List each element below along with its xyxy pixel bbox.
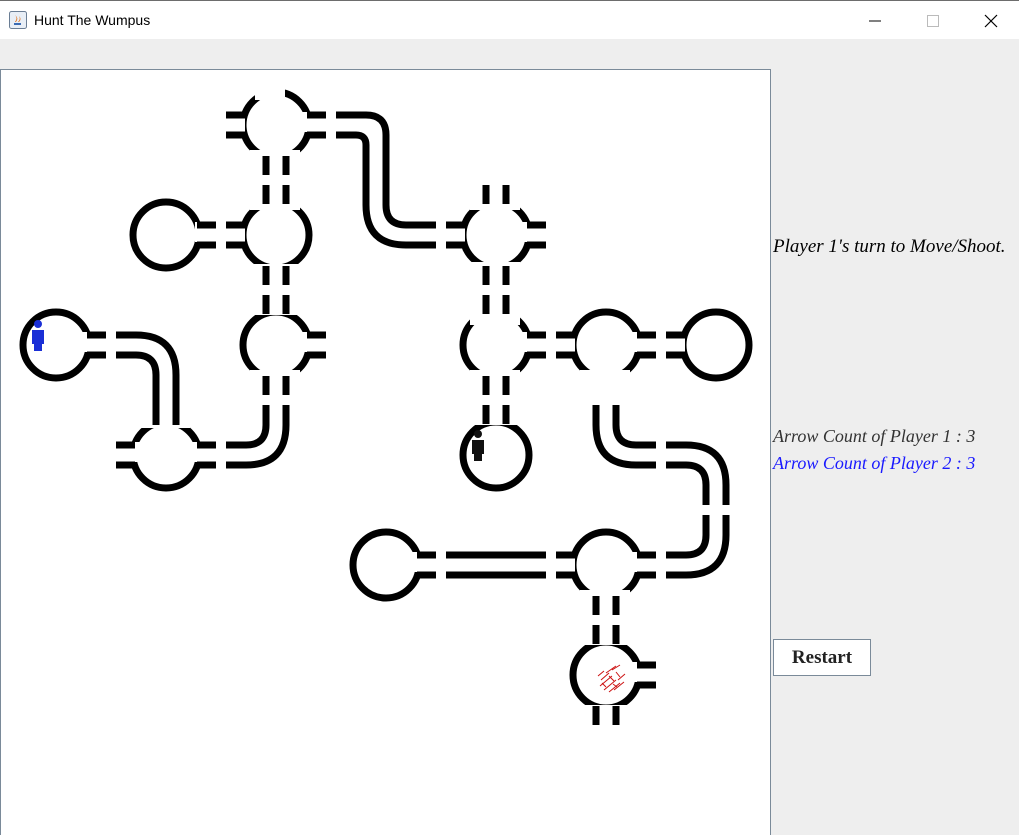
cave-map[interactable]: [0, 69, 771, 835]
turn-message: Player 1's turn to Move/Shoot.: [773, 236, 1006, 257]
blood-hazard-icon: [597, 664, 626, 693]
cave-map-drawing: [19, 88, 753, 725]
maximize-button[interactable]: [904, 1, 962, 40]
arrow-count-player-2: Arrow Count of Player 2 : 3: [773, 453, 976, 473]
close-button[interactable]: [962, 1, 1019, 40]
maximize-icon: [927, 14, 939, 27]
minimize-button[interactable]: [846, 1, 904, 40]
arrow-count-player-1: Arrow Count of Player 1 : 3: [773, 426, 976, 446]
restart-button[interactable]: Restart: [773, 639, 871, 676]
minimize-icon: [869, 20, 881, 21]
close-icon: [984, 14, 998, 27]
